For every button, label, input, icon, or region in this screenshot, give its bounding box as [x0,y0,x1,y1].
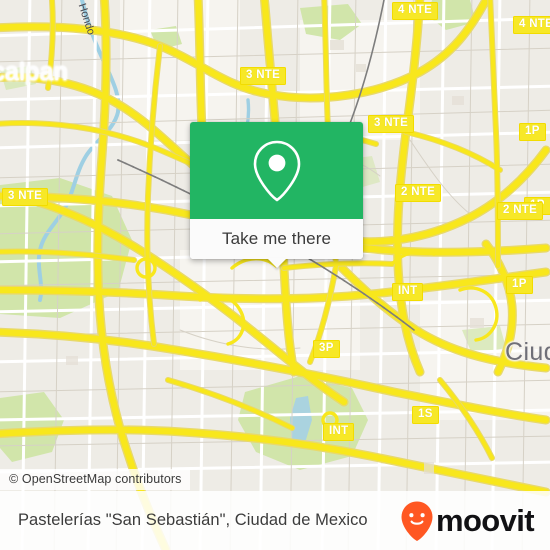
road-shield[interactable]: INT [323,423,355,441]
callout-icon-area [190,122,363,219]
road-shield[interactable]: 1S [412,406,439,424]
road-shield[interactable]: 2 NTE [497,202,544,220]
map-pin-icon [253,140,300,201]
footer-bar: Pastelerías "San Sebastián", Ciudad de M… [0,491,550,550]
moovit-logo[interactable]: moovit [400,500,535,542]
map-canvas[interactable]: .ry{stroke:#f8e71c;stroke-linecap:round;… [0,0,550,550]
callout-action-area[interactable]: Take me there [190,219,363,268]
road-shield[interactable]: 4 NTE [392,2,439,20]
moovit-wordmark: moovit [435,503,535,538]
map-screenshot: .ry{stroke:#f8e71c;stroke-linecap:round;… [0,0,550,550]
callout-tail [266,258,287,268]
road-shield[interactable]: 2 NTE [395,184,442,202]
road-shield[interactable]: 3 NTE [2,188,49,206]
road-shield[interactable]: 4 NTE [513,16,550,34]
road-shield[interactable]: 1P [519,123,546,141]
road-shield[interactable]: 3P [313,340,340,358]
road-shield[interactable]: INT [392,283,424,301]
road-shield[interactable]: 1P [506,276,533,294]
callout-action-label: Take me there [221,229,332,248]
take-me-there-callout[interactable]: Take me there [190,122,363,268]
moovit-pin-icon [401,501,433,541]
road-shield[interactable]: 3 NTE [240,67,287,85]
map-attribution[interactable]: © OpenStreetMap contributors [0,469,190,490]
location-title: Pastelerías "San Sebastián", Ciudad de M… [18,511,368,529]
road-shield[interactable]: 3 NTE [368,115,415,133]
